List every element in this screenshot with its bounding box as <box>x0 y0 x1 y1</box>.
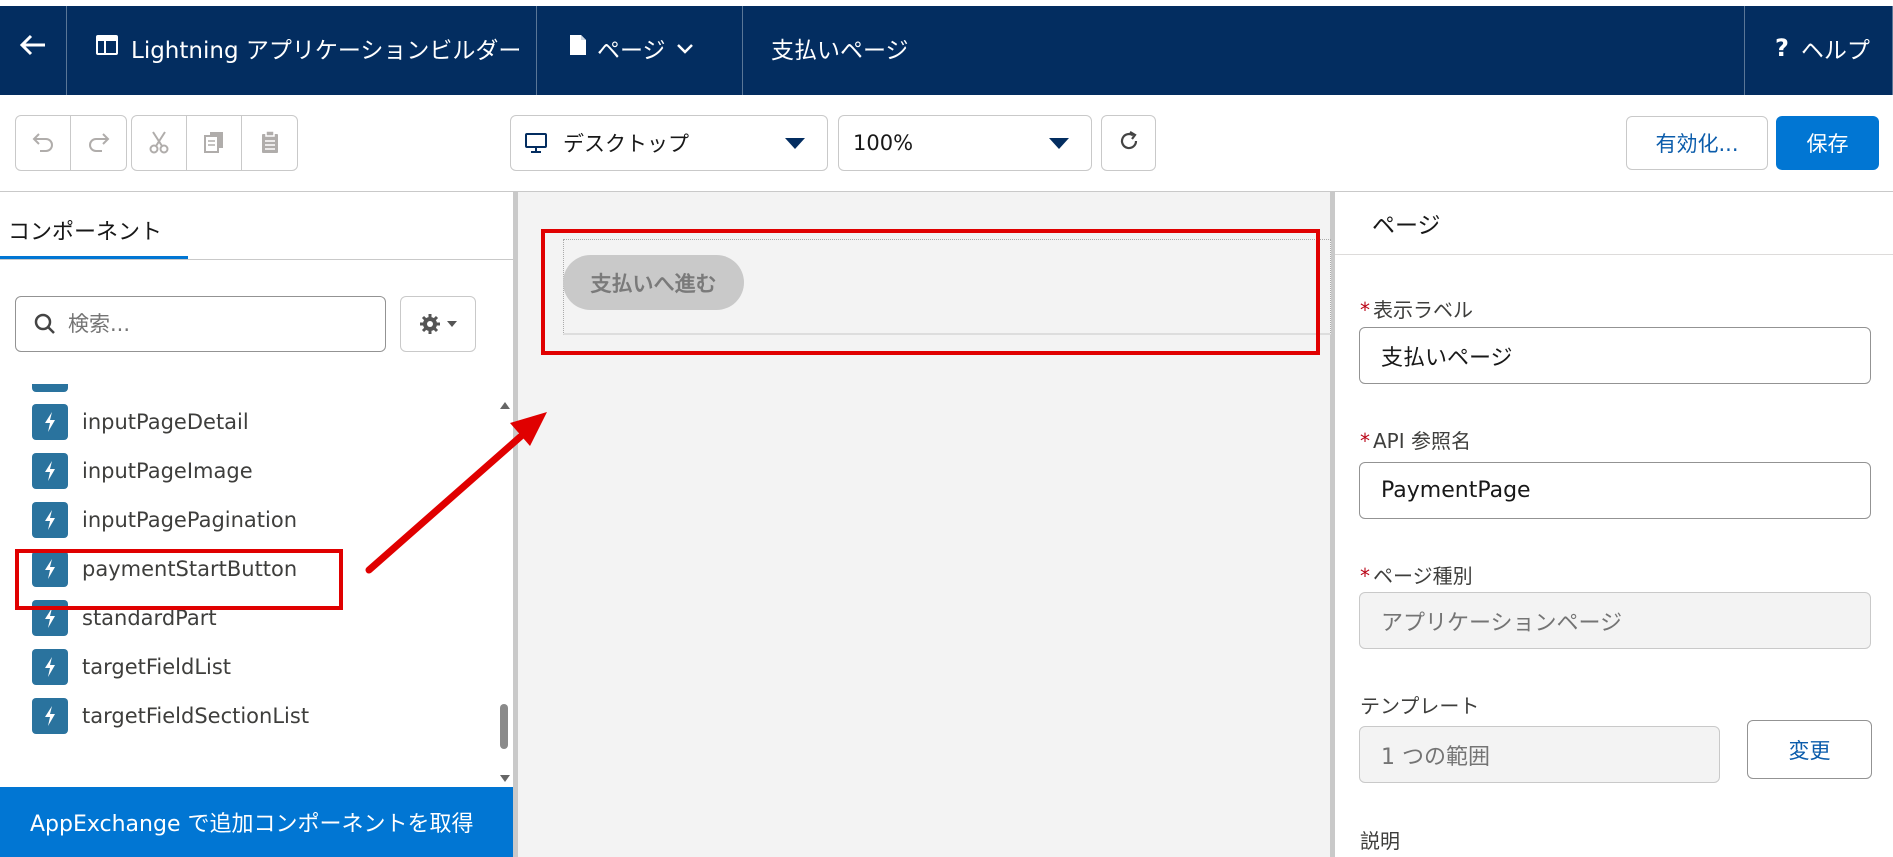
annotation-arrow <box>365 412 547 574</box>
